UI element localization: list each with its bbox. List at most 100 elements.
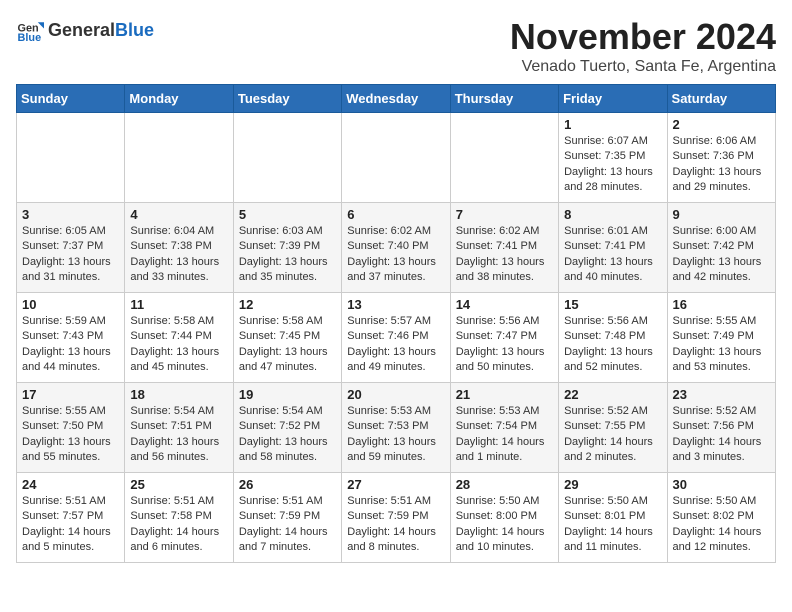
day-number: 22 — [564, 387, 661, 402]
day-number: 10 — [22, 297, 119, 312]
day-header-sunday: Sunday — [17, 85, 125, 113]
day-info: Sunrise: 5:51 AM Sunset: 7:59 PM Dayligh… — [239, 494, 336, 556]
day-number: 2 — [673, 117, 770, 132]
calendar-cell: 7Sunrise: 6:02 AM Sunset: 7:41 PM Daylig… — [450, 203, 558, 293]
day-info: Sunrise: 5:57 AM Sunset: 7:46 PM Dayligh… — [347, 314, 444, 376]
day-info: Sunrise: 6:00 AM Sunset: 7:42 PM Dayligh… — [673, 224, 770, 286]
day-info: Sunrise: 6:01 AM Sunset: 7:41 PM Dayligh… — [564, 224, 661, 286]
day-number: 27 — [347, 477, 444, 492]
day-number: 28 — [456, 477, 553, 492]
calendar-cell: 25 Sunrise: 5:51 AM Sunset: 7:58 PM Dayli… — [125, 473, 233, 563]
day-number: 12 — [239, 297, 336, 312]
day-info: Sunrise: 5:58 AM Sunset: 7:45 PM Dayligh… — [239, 314, 336, 376]
day-info: Sunrise: 5:58 AM Sunset: 7:44 PM Dayligh… — [130, 314, 227, 376]
day-number: 25 — [130, 477, 227, 492]
day-info: Sunrise: 5:51 AM Sunset: 7:58 PM Dayligh… — [130, 494, 227, 556]
calendar-cell: 29Sunrise: 5:50 AM Sunset: 8:01 PM Dayli… — [559, 473, 667, 563]
day-number: 17 — [22, 387, 119, 402]
calendar-cell: 8 Sunrise: 6:01 AM Sunset: 7:41 PM Daylig… — [559, 203, 667, 293]
svg-text:Blue: Blue — [18, 32, 42, 44]
day-info: Sunrise: 5:50 AM Sunset: 8:01 PM Dayligh… — [564, 494, 661, 556]
day-number: 18 — [130, 387, 227, 402]
day-info: Sunrise: 5:55 AM Sunset: 7:50 PM Dayligh… — [22, 404, 119, 466]
header-row: SundayMondayTuesdayWednesdayThursdayFrid… — [17, 85, 776, 113]
day-number: 20 — [347, 387, 444, 402]
day-header-monday: Monday — [125, 85, 233, 113]
day-number: 24 — [22, 477, 119, 492]
day-number: 11 — [130, 297, 227, 312]
day-info: Sunrise: 5:56 AM Sunset: 7:47 PM Dayligh… — [456, 314, 553, 376]
calendar-cell: 13Sunrise: 5:57 AM Sunset: 7:46 PM Dayli… — [342, 293, 450, 383]
calendar-cell: 23Sunrise: 5:52 AM Sunset: 7:56 PM Dayli… — [667, 383, 775, 473]
day-info: Sunrise: 5:53 AM Sunset: 7:54 PM Dayligh… — [456, 404, 553, 466]
day-info: Sunrise: 5:59 AM Sunset: 7:43 PM Dayligh… — [22, 314, 119, 376]
calendar-cell — [342, 113, 450, 203]
day-number: 30 — [673, 477, 770, 492]
logo-icon: Gen Blue — [16, 16, 44, 44]
day-info: Sunrise: 5:52 AM Sunset: 7:55 PM Dayligh… — [564, 404, 661, 466]
day-header-wednesday: Wednesday — [342, 85, 450, 113]
calendar-cell: 30 Sunrise: 5:50 AM Sunset: 8:02 PM Dayli… — [667, 473, 775, 563]
calendar-cell — [450, 113, 558, 203]
day-number: 6 — [347, 207, 444, 222]
day-header-tuesday: Tuesday — [233, 85, 341, 113]
header: Gen Blue GeneralBlue November 2024 Venad… — [16, 16, 776, 76]
month-title: November 2024 — [510, 16, 776, 58]
calendar-cell: 12 Sunrise: 5:58 AM Sunset: 7:45 PM Dayli… — [233, 293, 341, 383]
day-info: Sunrise: 6:03 AM Sunset: 7:39 PM Dayligh… — [239, 224, 336, 286]
day-number: 8 — [564, 207, 661, 222]
day-info: Sunrise: 5:54 AM Sunset: 7:51 PM Dayligh… — [130, 404, 227, 466]
calendar-cell: 6 Sunrise: 6:02 AM Sunset: 7:40 PM Daylig… — [342, 203, 450, 293]
day-info: Sunrise: 5:52 AM Sunset: 7:56 PM Dayligh… — [673, 404, 770, 466]
calendar-cell: 2 Sunrise: 6:06 AM Sunset: 7:36 PM Daylig… — [667, 113, 775, 203]
day-number: 19 — [239, 387, 336, 402]
calendar-cell: 9Sunrise: 6:00 AM Sunset: 7:42 PM Daylig… — [667, 203, 775, 293]
calendar-cell: 28 Sunrise: 5:50 AM Sunset: 8:00 PM Dayli… — [450, 473, 558, 563]
day-number: 1 — [564, 117, 661, 132]
title-area: November 2024 Venado Tuerto, Santa Fe, A… — [510, 16, 776, 76]
day-number: 15 — [564, 297, 661, 312]
calendar-cell: 22 Sunrise: 5:52 AM Sunset: 7:55 PM Dayli… — [559, 383, 667, 473]
calendar-cell: 20 Sunrise: 5:53 AM Sunset: 7:53 PM Dayli… — [342, 383, 450, 473]
calendar-table: SundayMondayTuesdayWednesdayThursdayFrid… — [16, 84, 776, 563]
day-number: 14 — [456, 297, 553, 312]
calendar-cell: 26Sunrise: 5:51 AM Sunset: 7:59 PM Dayli… — [233, 473, 341, 563]
day-info: Sunrise: 5:54 AM Sunset: 7:52 PM Dayligh… — [239, 404, 336, 466]
day-number: 3 — [22, 207, 119, 222]
day-number: 21 — [456, 387, 553, 402]
day-number: 7 — [456, 207, 553, 222]
week-row-2: 3 Sunrise: 6:05 AM Sunset: 7:37 PM Daylig… — [17, 203, 776, 293]
day-number: 16 — [673, 297, 770, 312]
day-info: Sunrise: 6:07 AM Sunset: 7:35 PM Dayligh… — [564, 134, 661, 196]
calendar-cell: 4Sunrise: 6:04 AM Sunset: 7:38 PM Daylig… — [125, 203, 233, 293]
day-info: Sunrise: 5:50 AM Sunset: 8:02 PM Dayligh… — [673, 494, 770, 556]
day-number: 4 — [130, 207, 227, 222]
day-number: 5 — [239, 207, 336, 222]
day-info: Sunrise: 6:05 AM Sunset: 7:37 PM Dayligh… — [22, 224, 119, 286]
calendar-cell — [233, 113, 341, 203]
week-row-1: 1 Sunrise: 6:07 AM Sunset: 7:35 PM Daylig… — [17, 113, 776, 203]
week-row-3: 10 Sunrise: 5:59 AM Sunset: 7:43 PM Dayli… — [17, 293, 776, 383]
calendar-cell: 27 Sunrise: 5:51 AM Sunset: 7:59 PM Dayli… — [342, 473, 450, 563]
day-header-thursday: Thursday — [450, 85, 558, 113]
calendar-cell — [17, 113, 125, 203]
calendar-cell: 17 Sunrise: 5:55 AM Sunset: 7:50 PM Dayli… — [17, 383, 125, 473]
day-info: Sunrise: 6:02 AM Sunset: 7:40 PM Dayligh… — [347, 224, 444, 286]
calendar-cell: 24 Sunrise: 5:51 AM Sunset: 7:57 PM Dayli… — [17, 473, 125, 563]
day-info: Sunrise: 5:55 AM Sunset: 7:49 PM Dayligh… — [673, 314, 770, 376]
calendar-cell: 21 Sunrise: 5:53 AM Sunset: 7:54 PM Dayli… — [450, 383, 558, 473]
day-info: Sunrise: 6:06 AM Sunset: 7:36 PM Dayligh… — [673, 134, 770, 196]
day-info: Sunrise: 5:50 AM Sunset: 8:00 PM Dayligh… — [456, 494, 553, 556]
calendar-cell: 18 Sunrise: 5:54 AM Sunset: 7:51 PM Dayli… — [125, 383, 233, 473]
day-info: Sunrise: 5:51 AM Sunset: 7:59 PM Dayligh… — [347, 494, 444, 556]
day-info: Sunrise: 5:56 AM Sunset: 7:48 PM Dayligh… — [564, 314, 661, 376]
day-info: Sunrise: 5:51 AM Sunset: 7:57 PM Dayligh… — [22, 494, 119, 556]
week-row-5: 24 Sunrise: 5:51 AM Sunset: 7:57 PM Dayli… — [17, 473, 776, 563]
day-info: Sunrise: 5:53 AM Sunset: 7:53 PM Dayligh… — [347, 404, 444, 466]
day-header-friday: Friday — [559, 85, 667, 113]
week-row-4: 17 Sunrise: 5:55 AM Sunset: 7:50 PM Dayli… — [17, 383, 776, 473]
day-header-saturday: Saturday — [667, 85, 775, 113]
calendar-cell: 14 Sunrise: 5:56 AM Sunset: 7:47 PM Dayli… — [450, 293, 558, 383]
calendar-cell: 3 Sunrise: 6:05 AM Sunset: 7:37 PM Daylig… — [17, 203, 125, 293]
calendar-cell: 1 Sunrise: 6:07 AM Sunset: 7:35 PM Daylig… — [559, 113, 667, 203]
